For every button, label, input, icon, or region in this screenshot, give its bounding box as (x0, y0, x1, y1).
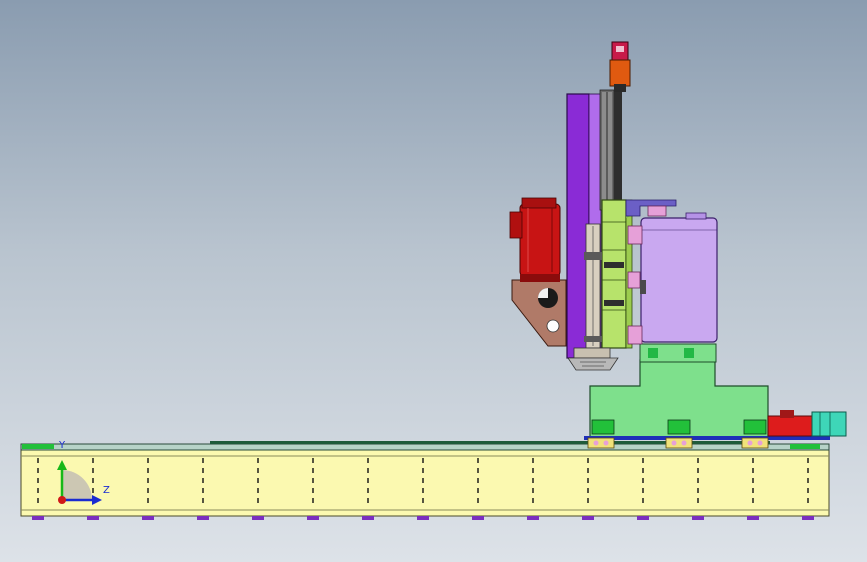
spindle-nose[interactable] (567, 347, 619, 371)
headstock-housing[interactable] (640, 212, 718, 343)
bed-leveling-feet (32, 516, 814, 520)
linear-guide-rail (20, 441, 830, 451)
carriage-bracket (625, 199, 677, 217)
z-axis-top-motor[interactable] (609, 41, 631, 92)
base-bed[interactable] (20, 449, 830, 517)
x-axis-gear-motor[interactable] (767, 410, 847, 437)
vertical-ballscrew (599, 88, 622, 212)
spindle-quill (584, 223, 602, 349)
axis-y-label: Y (59, 440, 66, 451)
spindle-drive-motor[interactable] (509, 197, 561, 282)
machine-assembly-drawing[interactable] (0, 0, 867, 562)
motor-bracket (511, 279, 567, 347)
cad-viewport[interactable]: Y Z (0, 0, 867, 562)
axis-z-label: Z (103, 485, 110, 496)
